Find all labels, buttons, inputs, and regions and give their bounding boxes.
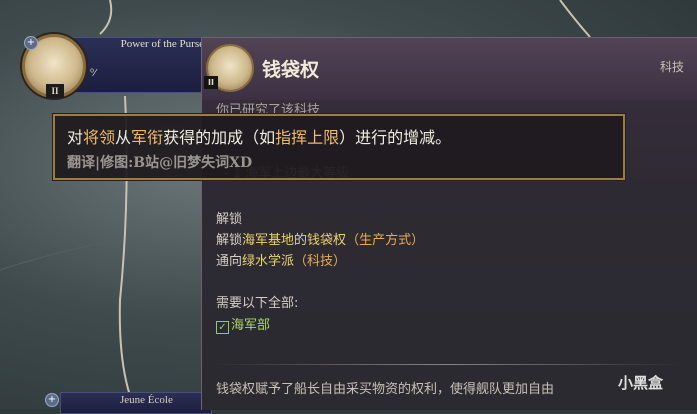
overlay-credit: 翻译|修图:B站@旧梦失词XD: [67, 155, 253, 171]
unlock-mid: 的: [294, 233, 308, 248]
tech-card-title: Jeune École: [120, 394, 173, 406]
tooltip-category: 科技: [659, 60, 684, 74]
unlock-header: 解锁: [216, 212, 243, 227]
unlock-building-link[interactable]: 海军基地: [242, 233, 294, 248]
ov-text: 对: [67, 128, 84, 147]
unlock-prefix: 通向: [216, 254, 243, 269]
checkmark-icon: ✓: [216, 321, 229, 334]
ov-highlight: 将领: [83, 128, 116, 147]
overlay-description: 对将领从军衔获得的加成（如指挥上限）进行的增减。: [67, 124, 451, 148]
unlock-item-1: 解锁海军基地的钱袋权（生产方式）: [216, 229, 424, 248]
unlock-prefix: 解锁: [216, 233, 243, 248]
translation-overlay: 对将领从军衔获得的加成（如指挥上限）进行的增减。 翻译|修图:B站@旧梦失词XD: [53, 114, 625, 180]
requirement-item[interactable]: ✓ 海军部: [216, 314, 270, 334]
flavor-text: 钱袋权赋予了船长自由采买物资的权利，使得舰队更加自由: [216, 382, 555, 397]
tech-tier-badge: II: [204, 76, 218, 89]
requirement-label: 海军部: [231, 318, 271, 333]
unlock-type: （科技）: [294, 254, 347, 269]
ov-text: 从: [115, 128, 132, 147]
unlock-item-2: 通向绿水学派（科技）: [216, 250, 346, 269]
ov-text: ）进行的增减。: [339, 128, 452, 147]
divider: [212, 364, 682, 365]
tooltip-title: 钱袋权: [262, 59, 320, 81]
ov-highlight: 指挥上限: [275, 128, 340, 147]
unlock-method-link[interactable]: 钱袋权: [307, 233, 346, 248]
ov-text: 获得的加成（如: [163, 128, 276, 147]
plus-icon[interactable]: +: [45, 393, 59, 407]
plus-icon[interactable]: +: [24, 36, 38, 50]
tech-card-power-of-the-purse[interactable]: Power of the Purse ⁰⁄ II +: [18, 34, 208, 98]
tech-card-title: Power of the Purse: [120, 38, 204, 50]
tech-card-small-icon: ⁰⁄: [90, 68, 96, 79]
tech-card-jeune-ecole[interactable]: + Jeune École: [40, 388, 212, 414]
tech-tooltip-panel: II 钱袋权 科技 你已研究了该科技 - 1 海军上边最大等级 解锁 解锁海军基…: [201, 37, 697, 410]
tech-tier-badge: II: [46, 84, 64, 98]
unlock-type: （生产方式）: [346, 233, 425, 248]
unlock-tech-link[interactable]: 绿水学派: [242, 254, 294, 269]
watermark: 小黑盒: [618, 374, 664, 392]
ov-highlight: 军衔: [131, 128, 164, 147]
tooltip-header: II 钱袋权 科技: [202, 38, 697, 100]
requirements-header: 需要以下全部:: [216, 296, 299, 311]
